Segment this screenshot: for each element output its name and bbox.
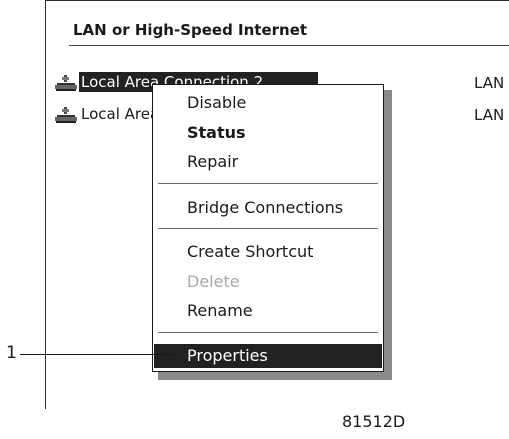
menu-item-status[interactable]: Status — [154, 121, 382, 145]
network-connection-icon — [55, 107, 77, 123]
menu-item-properties[interactable]: Properties — [154, 344, 382, 368]
menu-separator — [158, 183, 378, 187]
figure-code: 81512D — [342, 412, 406, 431]
menu-separator — [158, 228, 378, 232]
connection-type: LAN — [474, 74, 505, 92]
connection-type: LAN — [474, 106, 505, 124]
menu-separator — [158, 332, 378, 336]
group-header: LAN or High-Speed Internet — [73, 21, 308, 39]
context-menu: Disable Status Repair Bridge Connections… — [152, 84, 384, 372]
menu-item-create-shortcut[interactable]: Create Shortcut — [154, 240, 382, 264]
menu-item-repair[interactable]: Repair — [154, 150, 382, 174]
network-connection-icon — [55, 75, 77, 91]
menu-item-rename[interactable]: Rename — [154, 299, 382, 323]
callout-leader-line — [20, 354, 175, 355]
callout-number: 1 — [6, 343, 17, 363]
menu-item-delete: Delete — [187, 272, 240, 291]
menu-item-disable[interactable]: Disable — [154, 91, 382, 115]
group-divider — [69, 45, 509, 46]
menu-item-bridge-connections[interactable]: Bridge Connections — [154, 196, 382, 220]
